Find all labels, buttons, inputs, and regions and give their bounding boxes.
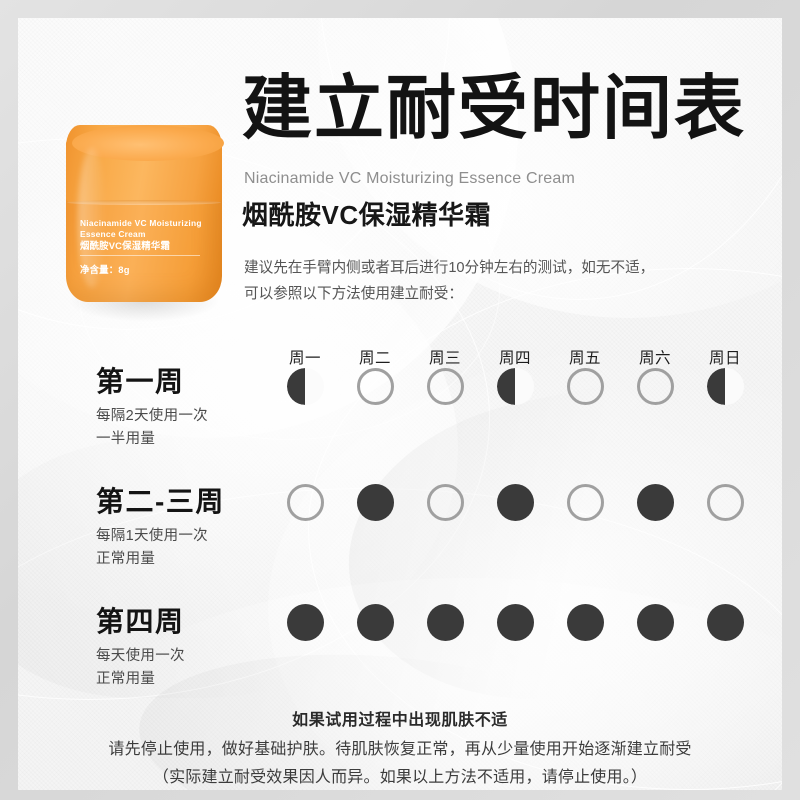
- schedule-row: 第一周 每隔2天使用一次 一半用量: [18, 348, 782, 454]
- schedule-row-info: 第二-三周 每隔1天使用一次 正常用量: [96, 486, 276, 570]
- jar-name-en-line2: Essence Cream: [80, 228, 146, 239]
- schedule-cell: [690, 368, 760, 405]
- schedule-cell: [270, 368, 340, 405]
- schedule-row-desc: 每隔2天使用一次 一半用量: [96, 405, 276, 450]
- jar-divider: [80, 254, 200, 256]
- jar-label: Niacinamide VC Moisturizing Essence Crea…: [80, 218, 210, 276]
- product-subtitle-en: Niacinamide VC Moisturizing Essence Crea…: [244, 170, 575, 187]
- footer-heading: 如果试用过程中出现肌肤不适: [292, 712, 508, 729]
- dose-marker-empty: [426, 484, 464, 521]
- schedule-row-dots: [270, 368, 770, 405]
- dose-marker-half: [286, 368, 324, 405]
- dose-marker-half: [706, 368, 744, 405]
- schedule-row-dots: [270, 604, 770, 641]
- schedule-cell: [340, 604, 410, 641]
- dose-marker-full: [426, 604, 464, 641]
- intro-paragraph: 建议先在手臂内侧或者耳后进行10分钟左右的测试，如无不适， 可以参照以下方法使用…: [244, 256, 774, 307]
- schedule-row-title: 第四周: [96, 606, 185, 637]
- schedule-row-desc-line1: 每天使用一次: [96, 648, 185, 665]
- intro-line-1: 建议先在手臂内侧或者耳后进行10分钟左右的测试，如无不适，: [244, 260, 655, 276]
- poster-canvas: Niacinamide VC Moisturizing Essence Crea…: [0, 0, 800, 800]
- schedule-cell: [690, 484, 760, 521]
- dose-marker-full: [496, 604, 534, 641]
- schedule-row-desc: 每隔1天使用一次 正常用量: [96, 525, 276, 570]
- dose-marker-full: [636, 484, 674, 521]
- dose-marker-empty: [636, 368, 674, 405]
- page-title: 建立耐受时间表: [242, 69, 746, 147]
- dose-marker-full: [356, 484, 394, 521]
- dose-marker-full: [636, 604, 674, 641]
- schedule-row-desc-line1: 每隔1天使用一次: [96, 528, 208, 545]
- schedule-row-info: 第一周 每隔2天使用一次 一半用量: [96, 366, 276, 450]
- schedule-row-title: 第一周: [96, 366, 185, 397]
- schedule-row-desc-line2: 正常用量: [96, 670, 156, 687]
- schedule-cell: [690, 604, 760, 641]
- dose-marker-empty: [286, 484, 324, 521]
- dose-marker-empty: [566, 368, 604, 405]
- schedule-cell: [550, 368, 620, 405]
- dose-marker-full: [356, 604, 394, 641]
- dose-marker-half: [496, 368, 534, 405]
- schedule-row-dots: [270, 484, 770, 521]
- intro-line-2: 可以参照以下方法使用建立耐受：: [244, 285, 463, 302]
- schedule-row-desc: 每天使用一次 正常用量: [96, 645, 276, 690]
- dose-marker-empty: [706, 484, 744, 521]
- dose-marker-full: [496, 484, 534, 521]
- jar-name-en-line1: Niacinamide VC Moisturizing: [80, 218, 202, 228]
- schedule-cell: [410, 484, 480, 521]
- schedule-row: 第四周 每天使用一次 正常用量: [18, 590, 782, 696]
- schedule-cell: [270, 604, 340, 641]
- dose-marker-full: [566, 604, 604, 641]
- schedule-cell: [620, 604, 690, 641]
- jar-net-weight: 净含量：8g: [80, 263, 130, 275]
- schedule-cell: [340, 368, 410, 405]
- schedule-cell: [550, 604, 620, 641]
- footer-line-1: 请先停止使用，做好基础护肤。待肌肤恢复正常，再从少量使用开始逐渐建立耐受: [108, 741, 692, 758]
- jar-name-cn: 烟酰胺VC保湿精华霜: [80, 240, 171, 251]
- dose-marker-empty: [566, 484, 604, 521]
- schedule-cell: [480, 604, 550, 641]
- poster-card: Niacinamide VC Moisturizing Essence Crea…: [18, 18, 782, 790]
- product-jar-image: Niacinamide VC Moisturizing Essence Crea…: [62, 122, 226, 322]
- schedule-cell: [620, 368, 690, 405]
- product-subtitle-cn: 烟酰胺VC保湿精华霜: [242, 200, 492, 230]
- schedule-cell: [480, 484, 550, 521]
- schedule-cell: [410, 604, 480, 641]
- dose-marker-empty: [356, 368, 394, 405]
- schedule-row-desc-line2: 一半用量: [96, 430, 156, 447]
- footer-line-2: （实际建立耐受效果因人而异。如果以上方法不适用，请停止使用。）: [152, 768, 648, 786]
- schedule-row: 第二-三周 每隔1天使用一次 正常用量: [18, 470, 782, 576]
- schedule-row-info: 第四周 每天使用一次 正常用量: [96, 606, 276, 690]
- schedule-row-title: 第二-三周: [96, 486, 225, 517]
- schedule-cell: [620, 484, 690, 521]
- footer-body: 请先停止使用，做好基础护肤。待肌肤恢复正常，再从少量使用开始逐渐建立耐受 （实际…: [18, 736, 782, 790]
- schedule-cell: [270, 484, 340, 521]
- dose-marker-full: [706, 604, 744, 641]
- schedule-cell: [410, 368, 480, 405]
- schedule-row-desc-line2: 正常用量: [96, 550, 156, 567]
- schedule-cell: [480, 368, 550, 405]
- schedule-cell: [340, 484, 410, 521]
- schedule-row-desc-line1: 每隔2天使用一次: [96, 408, 208, 425]
- schedule-cell: [550, 484, 620, 521]
- dose-marker-empty: [426, 368, 464, 405]
- dose-marker-full: [286, 604, 324, 641]
